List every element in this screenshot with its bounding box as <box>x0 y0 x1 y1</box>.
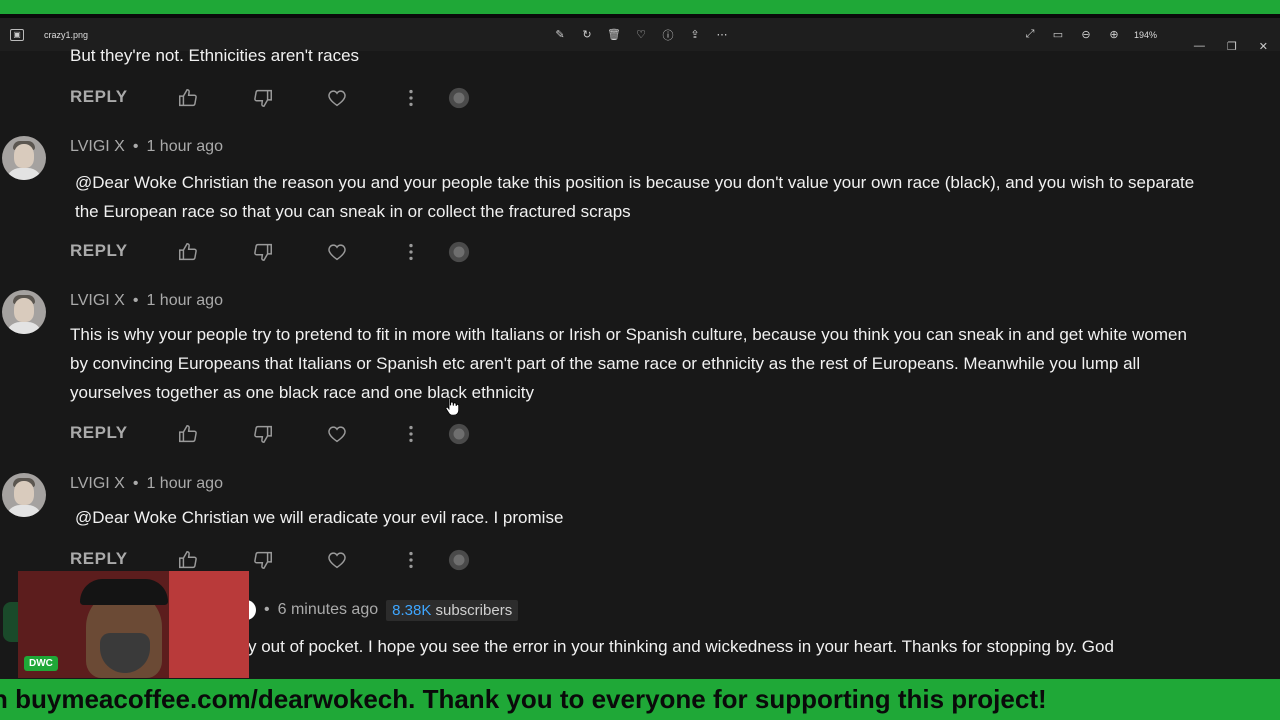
comment-text: @Dear Woke Christian the reason you and … <box>75 173 1195 221</box>
comment-actions: REPLY <box>70 419 490 449</box>
dwc-badge: DWC <box>24 656 58 671</box>
comment-text: @Dear Woke Christian we will eradicate y… <box>75 508 564 527</box>
comment-text: But they're not. Ethnicities aren't race… <box>70 46 360 65</box>
more-options-icon[interactable] <box>398 547 424 573</box>
creator-avatar-icon <box>446 239 472 265</box>
comment-time[interactable]: 6 minutes ago <box>278 601 379 619</box>
comment-meta: • 6 minutes ago 8.38K subscribers <box>246 598 519 622</box>
stream-ticker: n buymeacoffee.com/dearwokech. Thank you… <box>0 679 1280 720</box>
reply-button[interactable]: REPLY <box>70 423 128 443</box>
comment-actions: REPLY <box>70 83 490 113</box>
hand-cursor-icon <box>445 397 460 415</box>
zoom-level: 194% <box>1134 29 1158 40</box>
comment-meta: LVIGI X • 1 hour ago <box>70 138 223 155</box>
thumbs-down-icon[interactable] <box>250 421 276 447</box>
heart-icon[interactable] <box>324 547 350 573</box>
channel-badge <box>3 602 19 642</box>
reply-button[interactable]: REPLY <box>70 549 128 569</box>
comment-time[interactable]: 1 hour ago <box>146 475 223 492</box>
heart-icon[interactable] <box>324 421 350 447</box>
creator-avatar-icon <box>446 547 472 573</box>
subscriber-badge: 8.38K subscribers <box>386 599 519 621</box>
avatar[interactable] <box>2 473 46 517</box>
avatar[interactable] <box>2 290 46 334</box>
comment-meta: LVIGI X • 1 hour ago <box>70 292 223 309</box>
stream-top-bar <box>0 0 1280 14</box>
file-name: crazy1.png <box>44 29 89 40</box>
more-options-icon[interactable] <box>398 421 424 447</box>
photos-app-icon: ▣ <box>10 28 24 41</box>
creator-avatar-icon <box>446 421 472 447</box>
creator-avatar-icon <box>446 85 472 111</box>
comment-author[interactable]: LVIGI X <box>70 475 125 492</box>
more-options-icon[interactable] <box>398 85 424 111</box>
subscriber-label: subscribers <box>435 601 513 619</box>
subscriber-count: 8.38K <box>392 601 432 619</box>
thumbs-down-icon[interactable] <box>250 85 276 111</box>
avatar[interactable] <box>2 136 46 180</box>
comment-text: This is why your people try to pretend t… <box>70 325 1187 402</box>
thumbs-up-icon[interactable] <box>175 239 201 265</box>
heart-icon[interactable] <box>324 85 350 111</box>
thumbs-up-icon[interactable] <box>175 421 201 447</box>
maximize-icon[interactable]: ❐ <box>1227 40 1237 53</box>
reply-button[interactable]: REPLY <box>70 87 128 107</box>
comment-author[interactable]: LVIGI X <box>70 292 125 309</box>
close-icon[interactable]: ✕ <box>1259 40 1268 53</box>
thumbs-down-icon[interactable] <box>250 239 276 265</box>
thumbs-up-icon[interactable] <box>175 547 201 573</box>
reply-button[interactable]: REPLY <box>70 241 128 261</box>
comment-author[interactable]: LVIGI X <box>70 138 125 155</box>
thumbs-up-icon[interactable] <box>175 85 201 111</box>
comment-meta: LVIGI X • 1 hour ago <box>70 475 223 492</box>
comment-actions: REPLY <box>70 237 490 267</box>
more-options-icon[interactable] <box>398 239 424 265</box>
heart-icon[interactable] <box>324 239 350 265</box>
thumbs-down-icon[interactable] <box>250 547 276 573</box>
comment-time[interactable]: 1 hour ago <box>146 292 223 309</box>
comment-text: y out of pocket. I hope you see the erro… <box>248 637 1114 656</box>
comment-time[interactable]: 1 hour ago <box>146 138 223 155</box>
ticker-text: n buymeacoffee.com/dearwokech. Thank you… <box>0 684 1047 714</box>
